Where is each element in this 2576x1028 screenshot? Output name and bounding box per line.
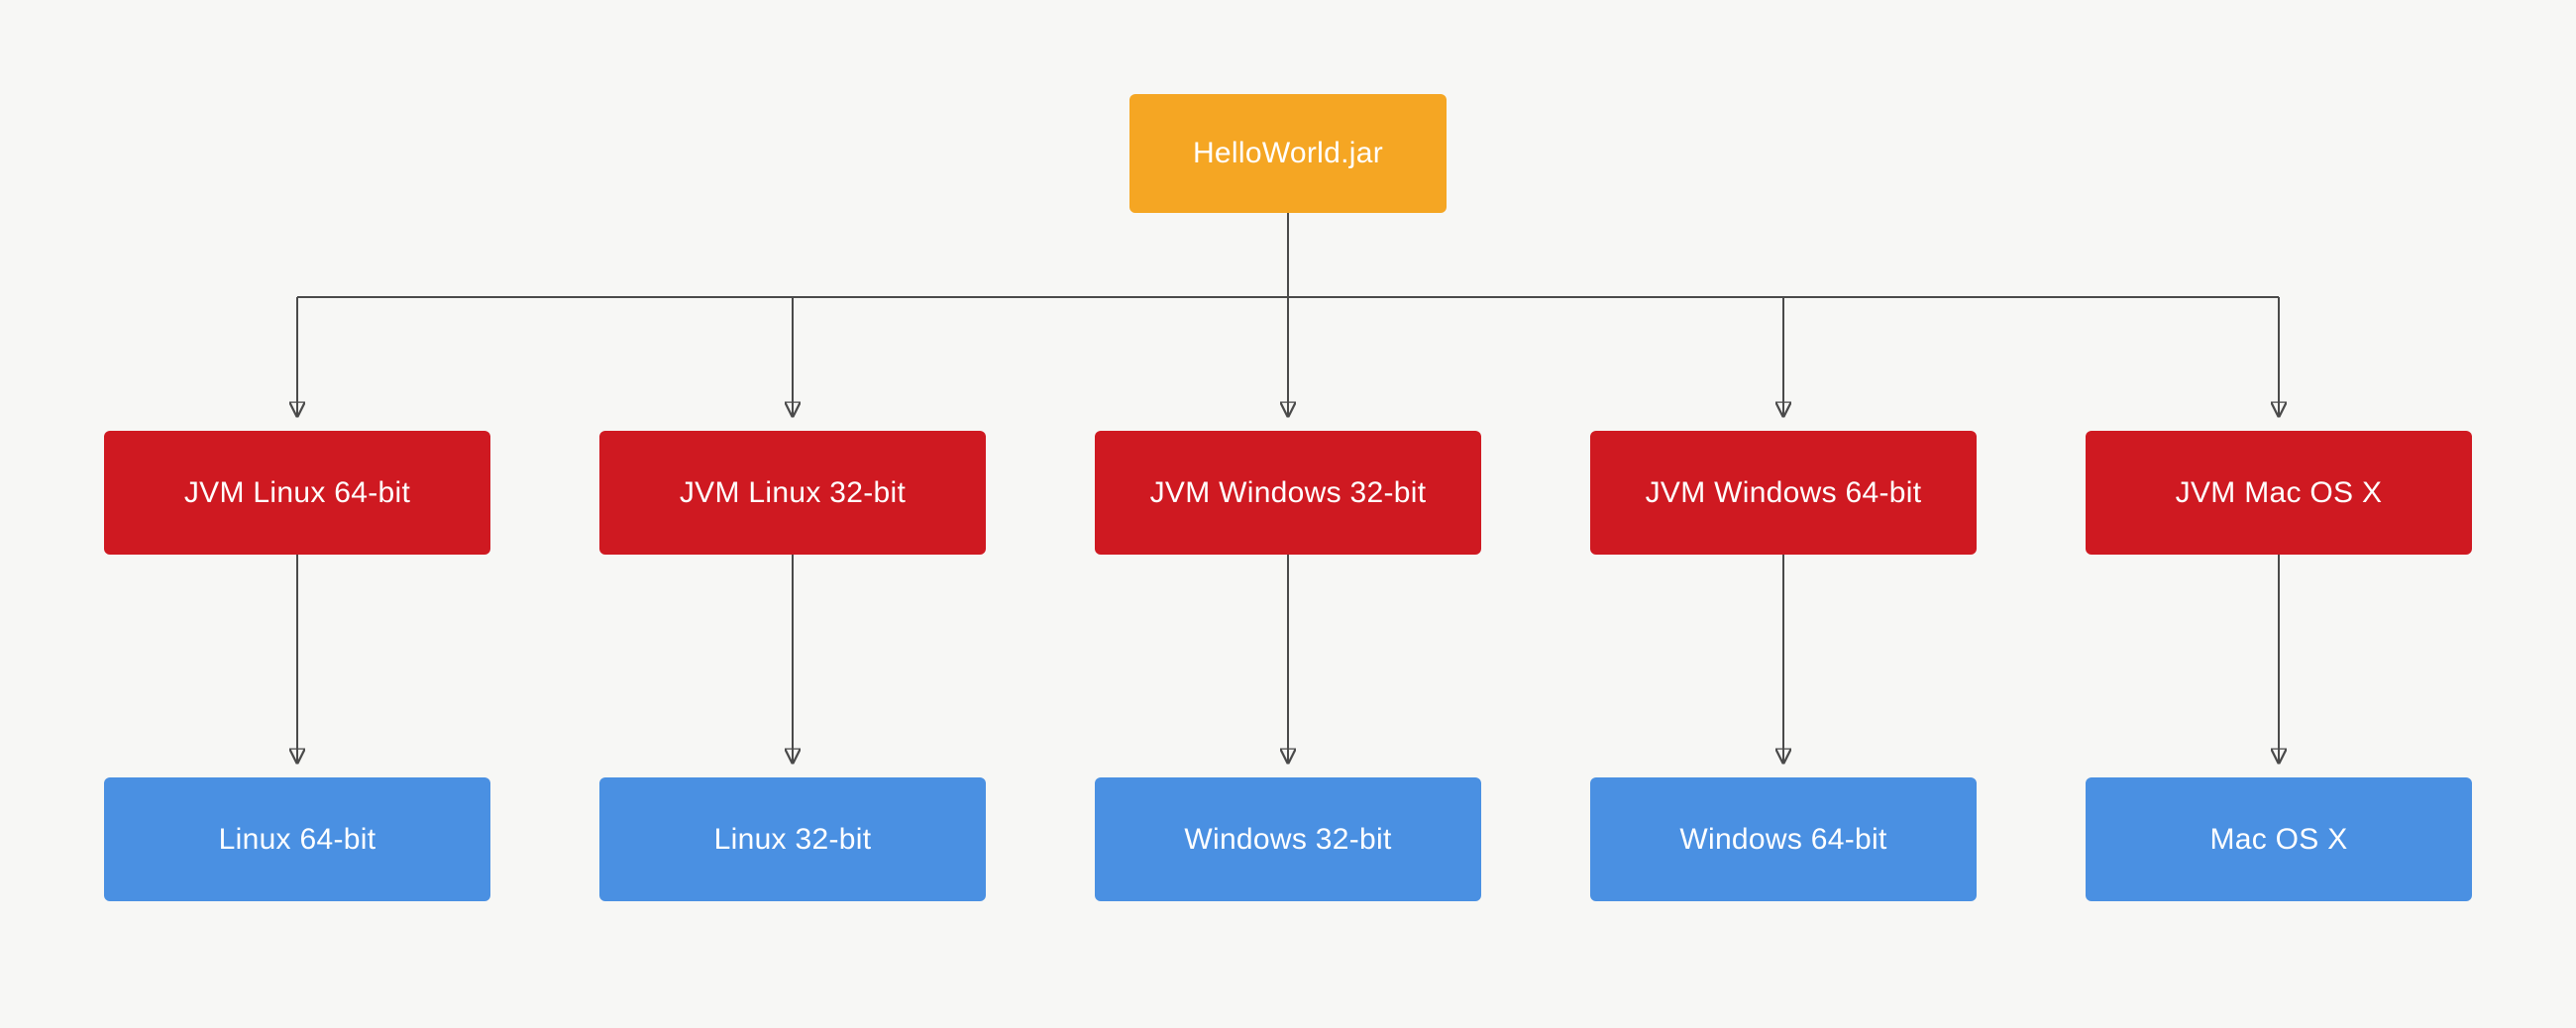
node-jvm-0-label: JVM Linux 64-bit [184, 476, 410, 510]
node-os-0-label: Linux 64-bit [219, 823, 376, 857]
node-os-3: Windows 64-bit [1590, 777, 1977, 901]
node-os-1-label: Linux 32-bit [714, 823, 872, 857]
node-jvm-1-label: JVM Linux 32-bit [680, 476, 906, 510]
node-root: HelloWorld.jar [1129, 94, 1447, 213]
node-jvm-3: JVM Windows 64-bit [1590, 431, 1977, 555]
node-jvm-2: JVM Windows 32-bit [1095, 431, 1481, 555]
node-os-2-label: Windows 32-bit [1184, 823, 1391, 857]
node-os-0: Linux 64-bit [104, 777, 490, 901]
node-os-1: Linux 32-bit [599, 777, 986, 901]
node-jvm-0: JVM Linux 64-bit [104, 431, 490, 555]
node-os-2: Windows 32-bit [1095, 777, 1481, 901]
node-os-4-label: Mac OS X [2209, 823, 2347, 857]
node-jvm-4-label: JVM Mac OS X [2176, 476, 2383, 510]
node-os-4: Mac OS X [2086, 777, 2472, 901]
node-jvm-1: JVM Linux 32-bit [599, 431, 986, 555]
node-os-3-label: Windows 64-bit [1679, 823, 1886, 857]
node-jvm-4: JVM Mac OS X [2086, 431, 2472, 555]
node-jvm-2-label: JVM Windows 32-bit [1150, 476, 1427, 510]
node-root-label: HelloWorld.jar [1193, 137, 1383, 170]
node-jvm-3-label: JVM Windows 64-bit [1646, 476, 1922, 510]
diagram-canvas: HelloWorld.jar JVM Linux 64-bit JVM Linu… [0, 0, 2576, 1028]
